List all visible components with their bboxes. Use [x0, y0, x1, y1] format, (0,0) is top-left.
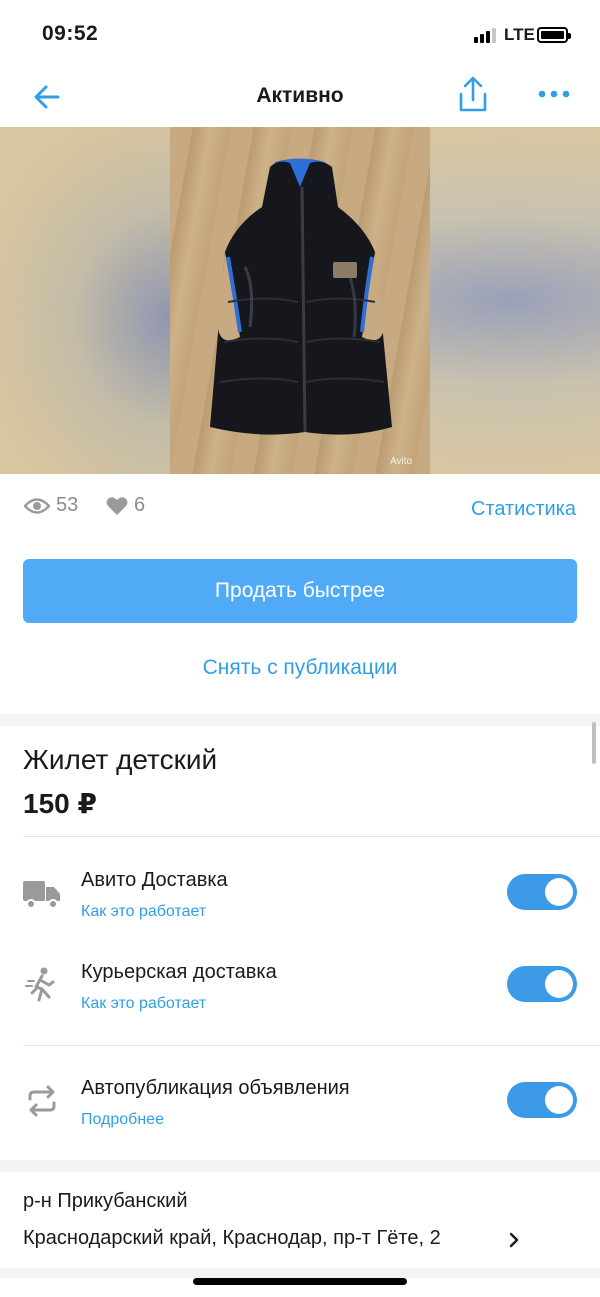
listing-title: Жилет детский	[23, 744, 218, 775]
eye-icon	[24, 497, 50, 514]
section-gap	[0, 714, 600, 726]
location-district: р-н Прикубанский	[23, 1190, 188, 1212]
status-time: 09:52	[42, 22, 99, 45]
more-info-link[interactable]: Подробнее	[81, 1111, 164, 1129]
location-address[interactable]: Краснодарский край, Краснодар, пр-т Гёте…	[23, 1227, 441, 1250]
divider	[23, 836, 600, 837]
truck-icon	[23, 881, 60, 909]
page-title: Активно	[256, 84, 344, 107]
listing-price: 150 ₽	[23, 788, 97, 819]
photo-main	[170, 127, 430, 474]
favorites-count: 6	[134, 494, 146, 516]
status-bar: 09:52 LTE	[0, 0, 600, 70]
avito-delivery-toggle[interactable]	[507, 874, 577, 910]
unpublish-button[interactable]: Снять с публикации	[0, 656, 600, 680]
option-avito-delivery: Авито Доставка Как это работает	[0, 869, 600, 939]
stats-row: 53 6 Статистика	[24, 494, 576, 528]
option-title: Авито Доставка	[81, 869, 228, 891]
views-stat: 53	[24, 494, 78, 517]
section-gap	[0, 1160, 600, 1172]
option-courier-delivery: Курьерская доставка Как это работает	[0, 961, 600, 1031]
photo-blur-background	[0, 127, 170, 474]
signal-icon	[474, 28, 496, 43]
vest-image	[210, 158, 392, 435]
photo-watermark: Avito	[390, 456, 413, 467]
divider	[23, 1045, 600, 1046]
more-dots-icon[interactable]	[538, 88, 570, 100]
scrollbar[interactable]	[592, 722, 596, 764]
option-title: Автопубликация объявления	[81, 1077, 350, 1099]
courier-delivery-toggle[interactable]	[507, 966, 577, 1002]
heart-icon	[106, 496, 128, 515]
repeat-icon	[28, 1085, 56, 1117]
home-indicator[interactable]	[193, 1278, 407, 1285]
how-it-works-link[interactable]: Как это работает	[81, 903, 206, 921]
statistics-link[interactable]: Статистика	[471, 498, 576, 521]
autopublish-toggle[interactable]	[507, 1082, 577, 1118]
share-icon[interactable]	[455, 74, 491, 114]
views-count: 53	[56, 494, 79, 516]
sell-faster-button[interactable]: Продать быстрее	[23, 559, 577, 623]
courier-icon	[25, 967, 55, 1002]
chevron-right-icon[interactable]	[508, 1232, 520, 1248]
network-type: LTE	[504, 25, 535, 44]
section-gap	[0, 1268, 600, 1278]
favorites-stat: 6	[106, 494, 145, 517]
nav-bar: Активно	[0, 70, 600, 127]
listing-photo[interactable]: Avito	[0, 127, 600, 474]
battery-icon	[537, 27, 571, 43]
how-it-works-link[interactable]: Как это работает	[81, 995, 206, 1013]
option-autopublish: Автопубликация объявления Подробнее	[0, 1077, 600, 1147]
option-title: Курьерская доставка	[81, 961, 277, 983]
